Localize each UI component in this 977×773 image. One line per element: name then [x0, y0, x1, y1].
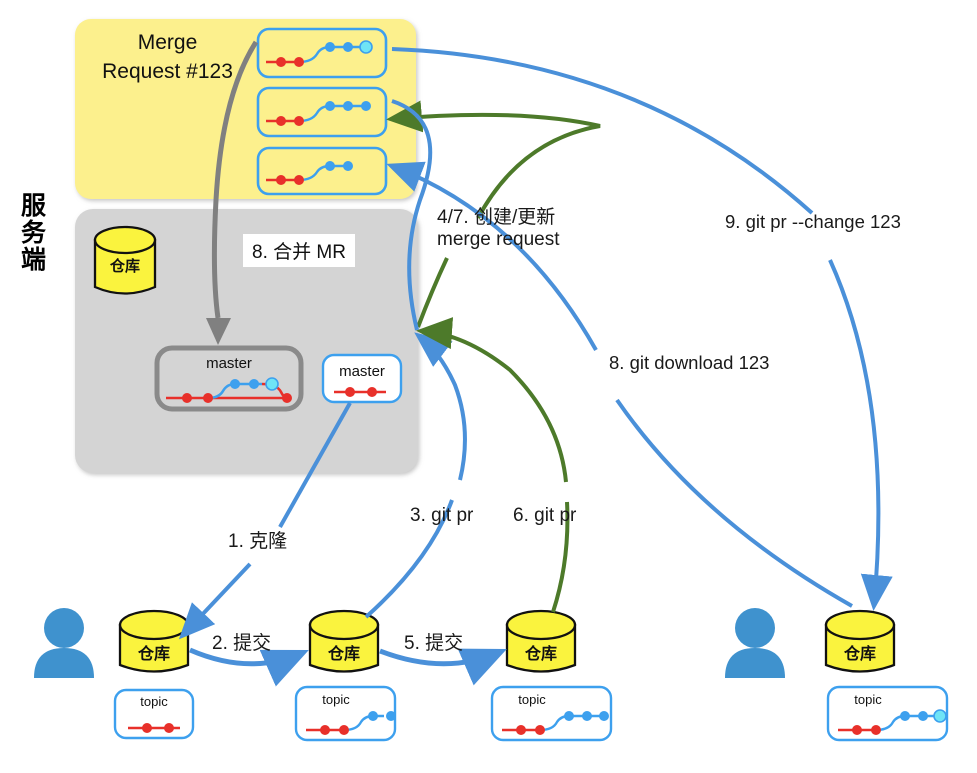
topic-label-1: topic: [115, 694, 193, 709]
clone-master-label: master: [327, 363, 397, 380]
arrow-change-b: [830, 260, 878, 605]
diagram-canvas: 服务端 MergeRequest #123 8. 合并 MR 仓库 master…: [0, 0, 977, 773]
edge-label-clone: 1. 克隆: [228, 526, 287, 553]
arrow-gitpr-6-b: [422, 331, 566, 482]
client-repo-label-4: 仓库: [830, 640, 890, 664]
edge-label-gitpr-6: 6. git pr: [513, 505, 576, 527]
topic-label-2: topic: [296, 692, 376, 707]
edge-label-create-mr-line1: 4/7. 创建/更新: [437, 202, 555, 229]
arrow-change-a: [392, 49, 812, 213]
arrow-clone-b: [183, 564, 250, 635]
user-avatar-right: [725, 608, 785, 678]
edge-label-create-mr-line2: merge request: [437, 229, 560, 251]
topic-label-4: topic: [828, 692, 908, 707]
server-repo-label: 仓库: [95, 255, 155, 276]
arrow-create-mr-a: [418, 258, 447, 327]
merge-mr-label: 8. 合并 MR: [243, 234, 355, 267]
merge-request-title: MergeRequest #123: [85, 28, 250, 86]
client-repo-label-1: 仓库: [124, 640, 184, 664]
edge-label-commit-2: 2. 提交: [212, 628, 271, 655]
edge-label-change: 9. git pr --change 123: [725, 211, 901, 233]
arrow-download-a: [617, 400, 852, 606]
mr-card-3[interactable]: [258, 148, 386, 194]
mr-card-2[interactable]: [258, 88, 386, 136]
client-repo-label-3: 仓库: [511, 640, 571, 664]
mr-card-1[interactable]: [258, 29, 386, 77]
merged-master-label: master: [177, 355, 281, 372]
edge-label-commit-5: 5. 提交: [404, 628, 463, 655]
page-title-server: 服务端: [16, 193, 52, 274]
topic-label-3: topic: [492, 692, 572, 707]
edge-label-download: 8. git download 123: [609, 352, 769, 374]
user-avatar-left: [34, 608, 94, 678]
arrow-gitpr-3-b: [419, 336, 465, 480]
client-repo-label-2: 仓库: [314, 640, 374, 664]
edge-label-gitpr-3: 3. git pr: [410, 505, 473, 527]
